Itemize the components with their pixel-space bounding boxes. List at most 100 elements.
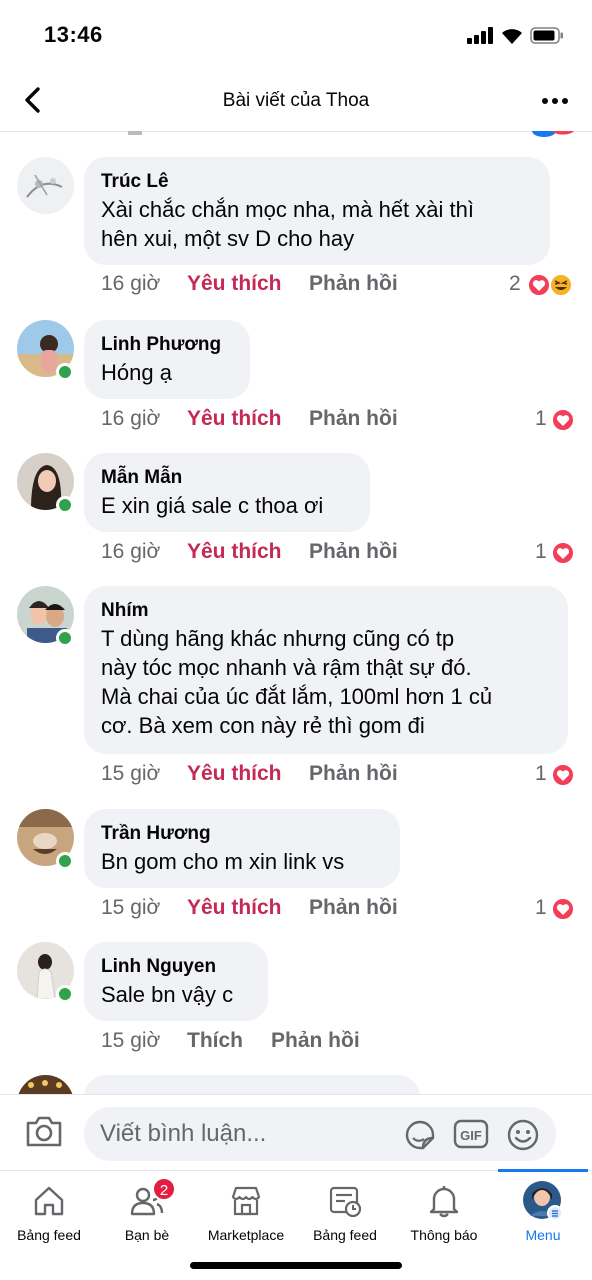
previous-reaction-remnant — [530, 126, 574, 137]
like-button[interactable]: Thích — [187, 1029, 243, 1053]
status-time: 13:46 — [44, 22, 103, 47]
comment-author[interactable]: Mẫn Mẫn — [101, 465, 353, 491]
comment-author[interactable]: Nhím — [101, 598, 551, 624]
comment-bubble[interactable] — [84, 1075, 420, 1094]
comment-bubble[interactable]: Mẫn Mẫn E xin giá sale c thoa ơi — [84, 453, 370, 532]
comment-bubble[interactable]: Linh Nguyen Sale bn vậy c — [84, 942, 268, 1021]
online-status-indicator — [56, 629, 74, 647]
like-button[interactable]: Yêu thích — [187, 407, 282, 431]
comment: Nhím T dùng hãng khác nhưng cũng có tp n… — [0, 570, 592, 793]
comment-author[interactable]: Linh Nguyen — [101, 954, 251, 980]
nav-menu[interactable]: Menu — [494, 1171, 592, 1261]
reaction-summary[interactable]: 1 — [535, 896, 579, 924]
comment: Linh Nguyen Sale bn vậy c 15 giờ Thích P… — [0, 926, 592, 1059]
sticker-button[interactable] — [403, 1118, 437, 1152]
reply-button[interactable]: Phản hồi — [309, 272, 398, 296]
reply-button[interactable]: Phản hồi — [309, 762, 398, 786]
comment-box[interactable]: Viết bình luận... GIF — [84, 1107, 556, 1161]
reaction-count: 2 — [509, 272, 521, 295]
reply-button[interactable]: Phản hồi — [271, 1029, 360, 1053]
nav-label: Bảng feed — [313, 1227, 377, 1243]
reply-button[interactable]: Phản hồi — [309, 540, 398, 564]
battery-icon — [530, 27, 564, 44]
love-reaction-icon — [551, 408, 575, 432]
page-title: Bài viết của Thoa — [222, 90, 370, 111]
comment-composer: Viết bình luận... GIF — [0, 1094, 592, 1170]
nav-home[interactable]: Bảng feed — [0, 1171, 98, 1261]
like-button[interactable]: Yêu thích — [187, 272, 282, 296]
comment-time: 16 giờ — [101, 272, 161, 295]
nav-label: Menu — [525, 1227, 561, 1243]
like-button[interactable]: Yêu thích — [187, 896, 282, 920]
comment-text: T dùng hãng khác nhưng cũng có tp này tó… — [101, 626, 493, 738]
reaction-summary[interactable]: 1 — [535, 407, 579, 435]
comment-bubble[interactable]: Trần Hương Bn gom cho m xin link vs — [84, 809, 400, 888]
comment-text: Hóng ạ — [101, 360, 172, 385]
nav-feed[interactable]: Bảng feed — [296, 1171, 394, 1261]
comment-time: 15 giờ — [101, 762, 161, 785]
nav-marketplace[interactable]: Marketplace — [197, 1171, 295, 1261]
comment-text: Bn gom cho m xin link vs — [101, 849, 345, 874]
love-reaction-icon — [551, 763, 575, 787]
gif-button[interactable]: GIF — [453, 1119, 489, 1149]
like-button[interactable]: Yêu thích — [187, 762, 282, 786]
comment-list[interactable]: Trúc Lê Xài chắc chắn mọc nha, mà hết xà… — [0, 134, 592, 1094]
reply-button[interactable]: Phản hồi — [309, 407, 398, 431]
nav-notifications[interactable]: Thông báo — [395, 1171, 493, 1261]
camera-icon — [26, 1116, 62, 1147]
emoji-icon — [507, 1119, 539, 1151]
comment-time: 16 giờ — [101, 407, 161, 430]
post-header: Bài viết của Thoa — [0, 70, 592, 132]
avatar[interactable] — [17, 1075, 74, 1094]
notification-badge: 2 — [152, 1177, 176, 1201]
reaction-summary[interactable]: 1 — [535, 762, 579, 790]
online-status-indicator — [56, 852, 74, 870]
comment-author[interactable]: Trần Hương — [101, 821, 383, 847]
comment-text: Sale bn vậy c — [101, 982, 234, 1007]
feed-icon — [329, 1186, 362, 1218]
home-indicator[interactable] — [190, 1262, 402, 1269]
love-reaction-icon — [551, 897, 575, 921]
nav-label: Thông báo — [410, 1227, 478, 1243]
reaction-summary[interactable]: 1 — [535, 540, 579, 568]
emoji-button[interactable] — [506, 1118, 540, 1152]
online-status-indicator — [56, 363, 74, 381]
gif-icon: GIF — [453, 1119, 489, 1149]
sticker-icon — [405, 1120, 435, 1150]
comment-bubble[interactable]: Trúc Lê Xài chắc chắn mọc nha, mà hết xà… — [84, 157, 550, 265]
haha-reaction-icon — [549, 273, 573, 297]
comment-author[interactable]: Linh Phương — [101, 332, 233, 358]
comment-bubble[interactable]: Nhím T dùng hãng khác nhưng cũng có tp n… — [84, 586, 568, 754]
comment-partial — [0, 1059, 592, 1094]
previous-comment-remnant — [128, 126, 142, 135]
signal-icon — [467, 27, 495, 44]
nav-label: Bảng feed — [17, 1227, 81, 1243]
camera-button[interactable] — [24, 1113, 64, 1149]
online-status-indicator — [56, 496, 74, 514]
reaction-summary[interactable]: 2 — [509, 272, 579, 300]
reply-button[interactable]: Phản hồi — [309, 896, 398, 920]
nav-label: Bạn bè — [124, 1227, 170, 1243]
comment-input[interactable]: Viết bình luận... — [100, 1120, 266, 1148]
menu-avatar-icon — [523, 1181, 562, 1220]
love-reaction-icon — [551, 541, 575, 565]
online-status-indicator — [56, 985, 74, 1003]
comment: Mẫn Mẫn E xin giá sale c thoa ơi 16 giờ … — [0, 437, 592, 570]
nav-friends[interactable]: 2 Bạn bè — [98, 1171, 196, 1261]
comment-author[interactable]: Trúc Lê — [101, 169, 533, 195]
reaction-count: 1 — [535, 896, 547, 919]
marketplace-icon — [231, 1186, 261, 1216]
comment: Linh Phương Hóng ạ 16 giờ Yêu thích Phản… — [0, 304, 592, 437]
comment-text: E xin giá sale c thoa ơi — [101, 493, 324, 518]
reaction-count: 1 — [535, 407, 547, 430]
wifi-icon — [500, 25, 524, 45]
reaction-count: 1 — [535, 540, 547, 563]
reaction-count: 1 — [535, 762, 547, 785]
nav-label: Marketplace — [207, 1227, 285, 1243]
comment-text: Xài chắc chắn mọc nha, mà hết xài thì hê… — [101, 197, 474, 251]
more-options-button[interactable] — [540, 90, 570, 112]
avatar[interactable] — [17, 157, 74, 214]
comment-bubble[interactable]: Linh Phương Hóng ạ — [84, 320, 250, 399]
bell-icon — [429, 1186, 459, 1218]
like-button[interactable]: Yêu thích — [187, 540, 282, 564]
